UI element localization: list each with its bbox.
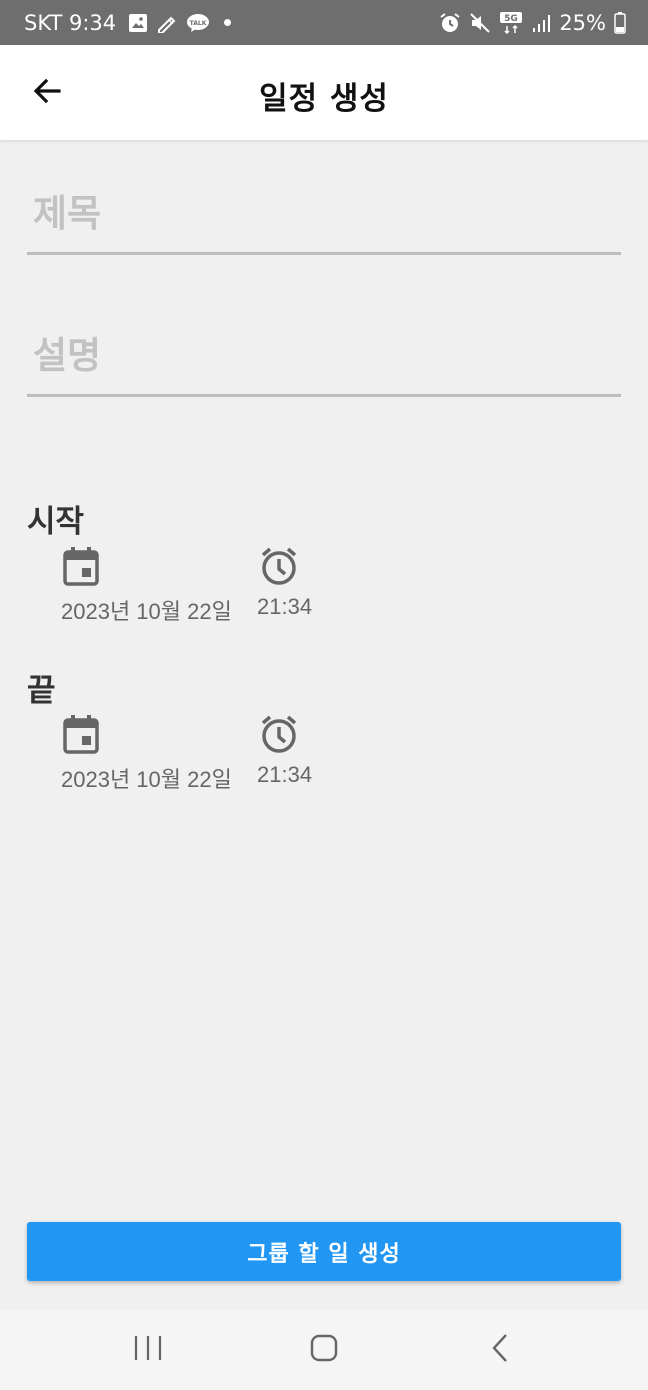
- svg-text:5G: 5G: [504, 14, 518, 24]
- start-label: 시작: [27, 504, 85, 540]
- status-left: SKT 9:34 TALK: [24, 10, 232, 35]
- status-right: 5G 25%: [439, 11, 626, 35]
- title-input[interactable]: [27, 175, 621, 252]
- end-date-picker[interactable]: 2023년 10월 22일: [61, 714, 232, 794]
- system-nav-bar: [0, 1310, 648, 1390]
- calendar-icon: [63, 546, 99, 590]
- start-time-picker[interactable]: 21:34: [257, 546, 312, 620]
- chevron-left-icon: [490, 1333, 510, 1367]
- alarm-clock-icon: [259, 546, 299, 590]
- home-button[interactable]: [284, 1320, 364, 1380]
- end-date-value: 2023년 10월 22일: [61, 767, 232, 792]
- pencil-ruler-icon: [156, 13, 178, 33]
- description-field: [27, 317, 621, 397]
- title-field: [27, 175, 621, 255]
- talk-icon: TALK: [186, 13, 210, 33]
- end-time-value: 21:34: [257, 762, 313, 787]
- app-bar: 일정 생성: [0, 45, 648, 140]
- start-date-value: 2023년 10월 22일: [61, 599, 232, 624]
- status-bar: SKT 9:34 TALK 5G 25%: [0, 0, 648, 45]
- description-input[interactable]: [27, 317, 621, 394]
- recent-apps-icon: [133, 1334, 163, 1366]
- network-5g-icon: 5G: [499, 11, 523, 35]
- signal-icon: [531, 13, 551, 33]
- svg-text:TALK: TALK: [190, 20, 207, 27]
- page-title: 일정 생성: [259, 81, 389, 117]
- create-group-todo-button[interactable]: 그룹 할 일 생성: [27, 1222, 621, 1281]
- calendar-icon: [63, 714, 99, 758]
- battery-percent: 25%: [559, 10, 606, 35]
- carrier-time: SKT 9:34: [24, 10, 117, 35]
- end-label: 끝: [27, 673, 56, 709]
- nav-back-button[interactable]: [460, 1320, 540, 1380]
- mute-icon: [469, 12, 491, 34]
- end-time-picker[interactable]: 21:34: [257, 714, 312, 788]
- alarm-icon: [439, 12, 461, 34]
- start-date-picker[interactable]: 2023년 10월 22일: [61, 546, 232, 626]
- start-time-value: 21:34: [257, 594, 313, 619]
- gallery-icon: [128, 13, 148, 33]
- recent-apps-button[interactable]: [108, 1320, 188, 1380]
- battery-icon: [614, 11, 626, 34]
- alarm-clock-icon: [259, 714, 299, 758]
- notification-dot-icon: [224, 19, 232, 26]
- home-icon: [309, 1333, 339, 1367]
